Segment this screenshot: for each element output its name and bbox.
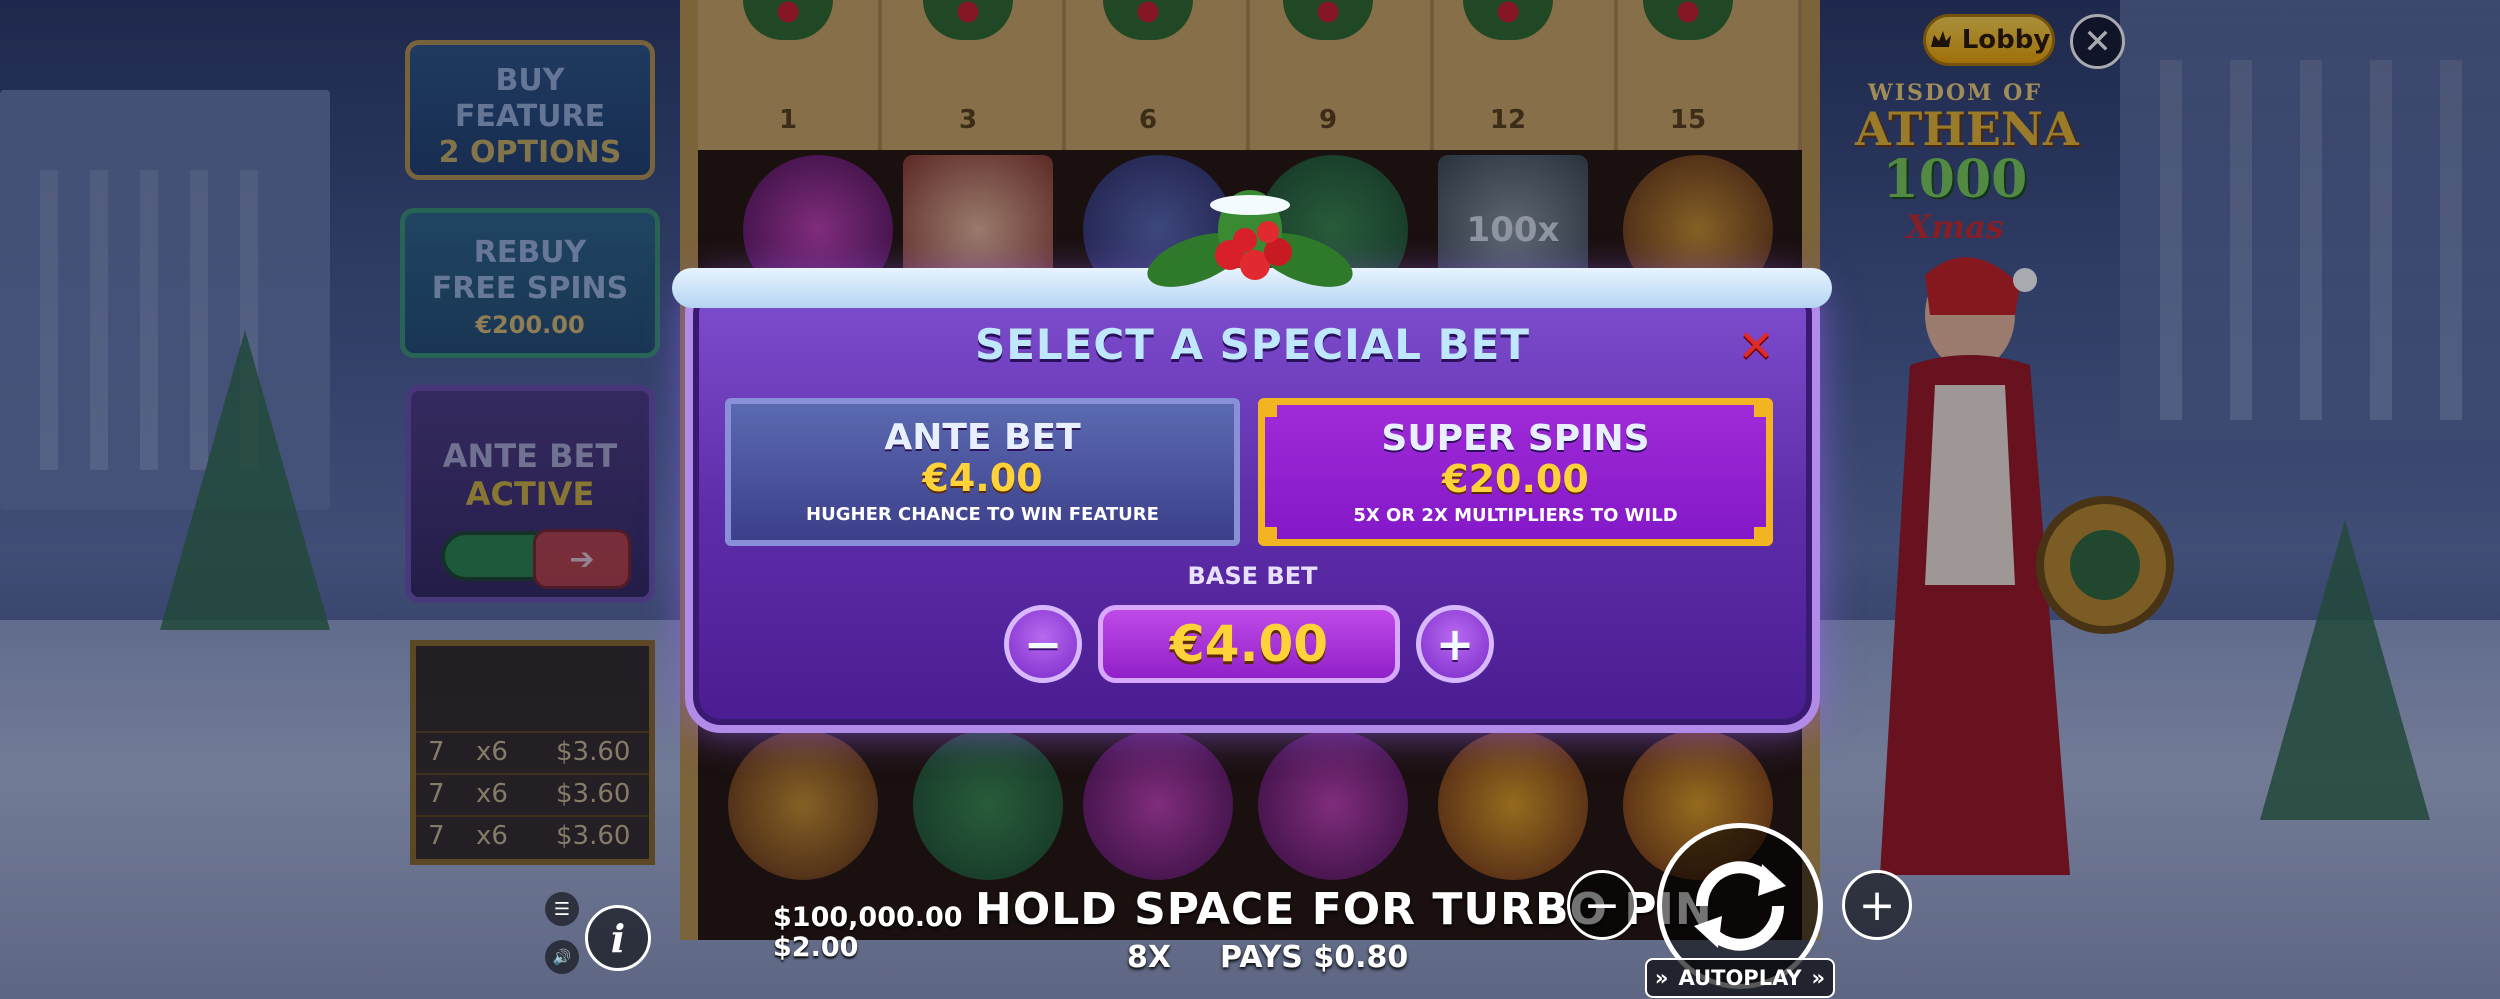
modal-title: SELECT A SPECIAL BET: [974, 320, 1531, 369]
fast-forward-icon: »: [1811, 966, 1826, 990]
super-spins-option[interactable]: SUPER SPINS €20.00 5X OR 2X MULTIPLIERS …: [1258, 398, 1773, 546]
minus-icon: −: [1023, 617, 1063, 671]
win-pays: PAYS $0.80: [1220, 940, 1409, 975]
option-description: 5X OR 2X MULTIPLIERS TO WILD: [1353, 505, 1678, 526]
decrease-bet-button[interactable]: −: [1004, 605, 1082, 683]
option-price: €4.00: [922, 456, 1043, 500]
option-description: HUGHER CHANCE TO WIN FEATURE: [806, 504, 1159, 525]
plus-icon: +: [1435, 617, 1475, 671]
info-icon: i: [610, 915, 626, 961]
minus-icon: −: [1583, 879, 1621, 931]
corner-ornament: [1261, 527, 1277, 543]
corner-ornament: [1261, 401, 1277, 417]
base-bet-value: €4.00: [1098, 605, 1400, 683]
base-bet-label: BASE BET: [1187, 562, 1318, 590]
ante-bet-option[interactable]: ANTE BET €4.00 HUGHER CHANCE TO WIN FEAT…: [725, 398, 1240, 546]
fast-forward-icon: »: [1654, 966, 1669, 990]
autoplay-label: AUTOPLAY: [1678, 966, 1802, 990]
option-name: ANTE BET: [884, 417, 1081, 458]
speaker-icon: 🔊: [552, 948, 572, 966]
modal-close-button[interactable]: ✕: [1735, 321, 1777, 372]
holly-decoration-icon: [1147, 190, 1353, 287]
close-icon: ✕: [1737, 320, 1775, 372]
menu-icon: ☰: [553, 898, 571, 920]
increase-bet-button[interactable]: +: [1416, 605, 1494, 683]
autoplay-button[interactable]: » AUTOPLAY »: [1645, 958, 1835, 998]
option-price: €20.00: [1442, 457, 1589, 501]
win-multiplier: 8X: [1127, 940, 1172, 975]
info-button[interactable]: i: [585, 905, 651, 971]
bet-increase-button[interactable]: +: [1842, 870, 1912, 940]
corner-ornament: [1754, 527, 1770, 543]
corner-ornament: [1754, 401, 1770, 417]
menu-button[interactable]: ☰: [545, 892, 579, 926]
sound-button[interactable]: 🔊: [545, 940, 579, 974]
bet-value: $2.00: [773, 932, 859, 963]
option-name: SUPER SPINS: [1381, 418, 1650, 459]
credit-value: $100,000.00: [773, 902, 963, 933]
bet-decrease-button[interactable]: −: [1567, 870, 1637, 940]
plus-icon: +: [1858, 879, 1896, 931]
